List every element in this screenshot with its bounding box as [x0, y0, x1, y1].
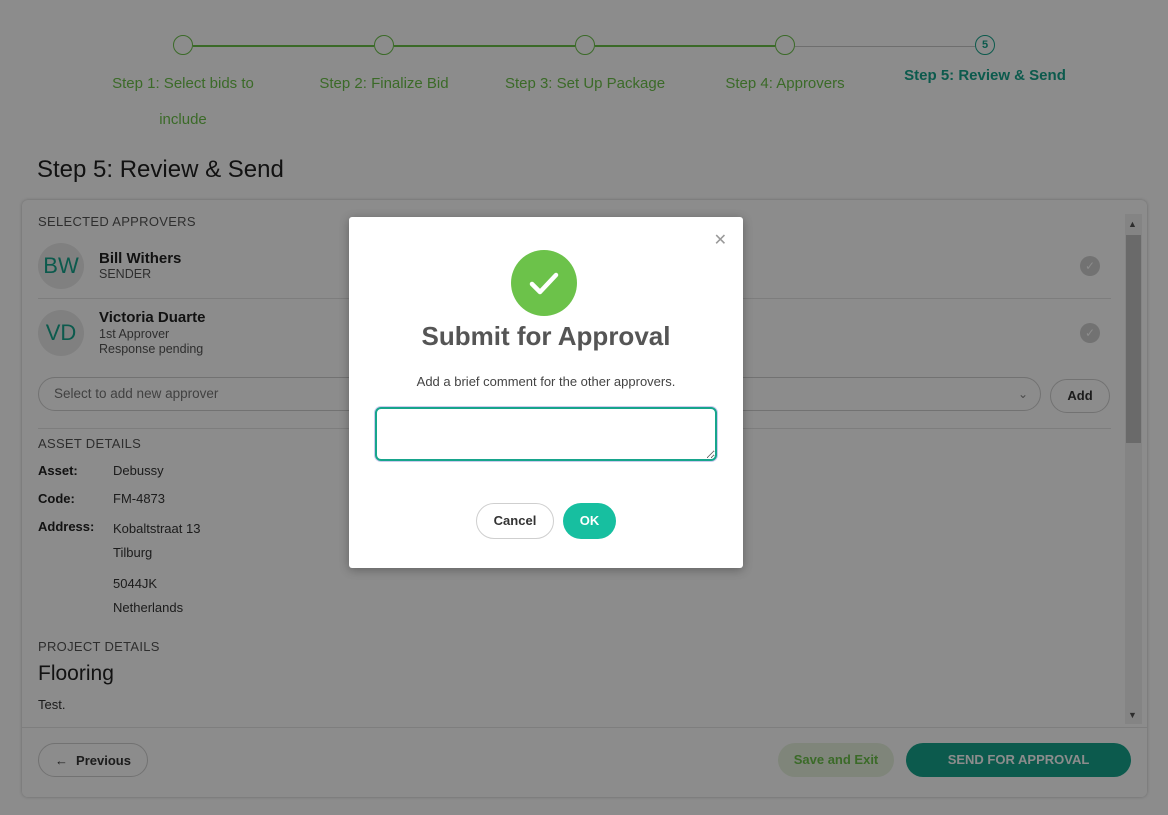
dialog-title: Submit for Approval: [421, 321, 671, 351]
submit-approval-dialog: ✕ Submit for Approval Add a brief commen…: [349, 217, 743, 568]
check-circle-icon: [511, 250, 577, 316]
dialog-message: Add a brief comment for the other approv…: [416, 374, 676, 389]
cancel-button[interactable]: Cancel: [476, 503, 554, 539]
close-icon[interactable]: ✕: [714, 233, 727, 249]
ok-button[interactable]: OK: [563, 503, 616, 539]
comment-textarea[interactable]: [375, 407, 717, 461]
